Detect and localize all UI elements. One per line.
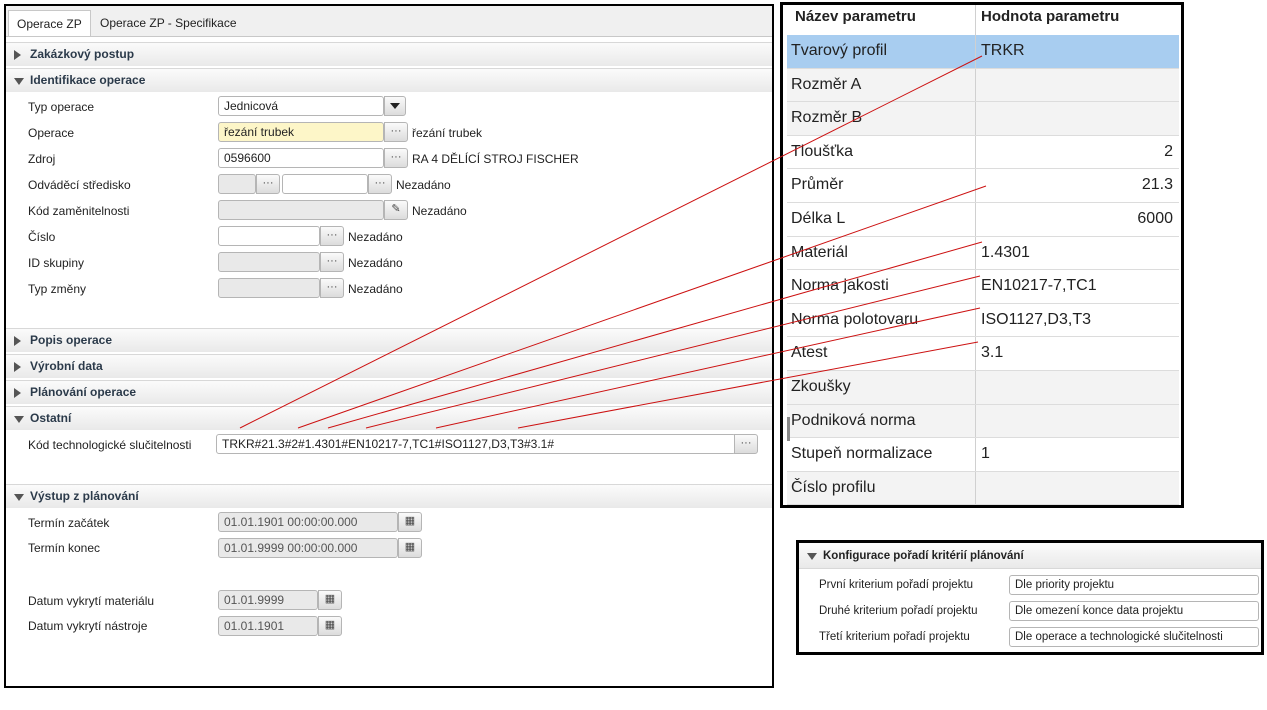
connector-line xyxy=(297,185,987,429)
connector-line xyxy=(435,307,981,429)
connector-lines xyxy=(239,55,987,429)
connector-line xyxy=(239,55,983,429)
connector-line xyxy=(517,341,979,429)
connector-line xyxy=(365,275,981,429)
